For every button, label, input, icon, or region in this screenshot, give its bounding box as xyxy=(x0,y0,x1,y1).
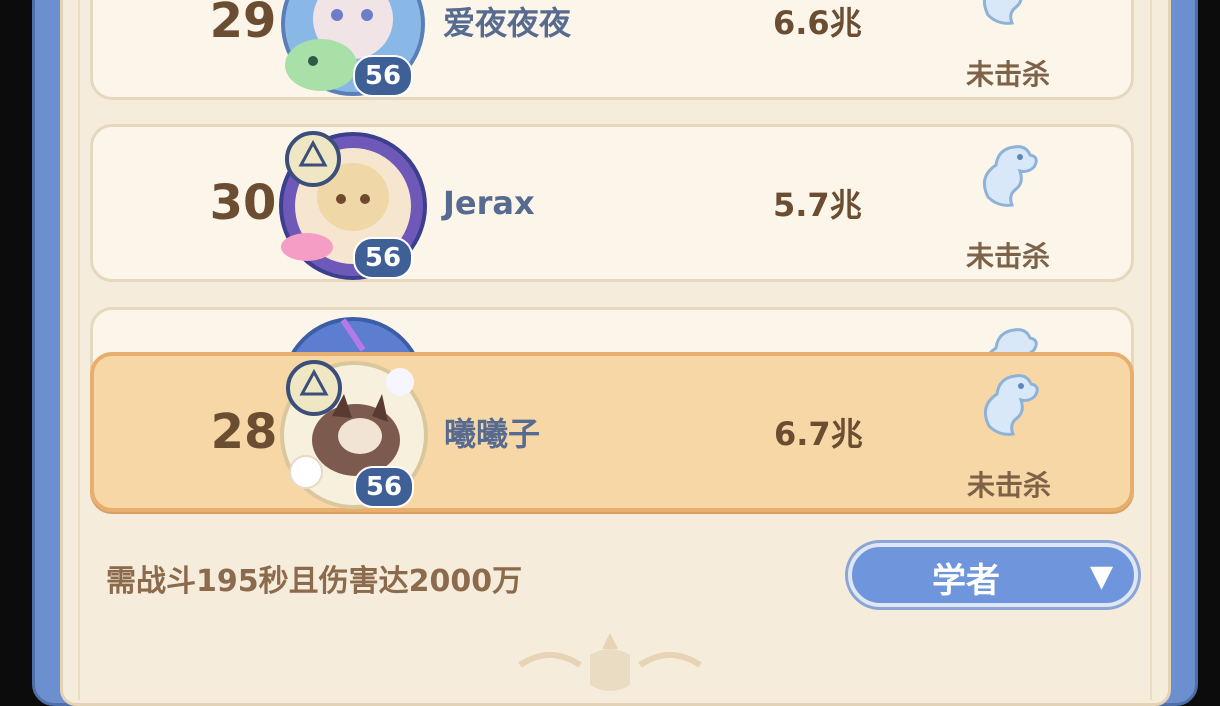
class-select-label: 学者 xyxy=(932,561,1000,601)
player-avatar[interactable]: 56 xyxy=(273,127,433,285)
dragon-icon xyxy=(982,145,1038,207)
player-name: Jerax xyxy=(443,184,535,222)
level-badge: 56 xyxy=(353,237,413,279)
kill-status: 未击杀 xyxy=(953,145,1063,277)
player-name: 爱夜夜夜 xyxy=(443,4,572,42)
leaderboard-row[interactable]: 29 56 爱夜夜夜 6.6兆 未击杀 xyxy=(90,0,1134,100)
kill-status-label: 未击杀 xyxy=(965,58,1050,91)
damage-value: 6.6兆 xyxy=(773,4,862,42)
damage-value: 5.7兆 xyxy=(773,186,862,224)
player-name: 曦曦子 xyxy=(444,415,541,453)
dragon-icon xyxy=(983,374,1039,436)
leaderboard-row[interactable]: 30 56 Jerax 5.7兆 未击杀 xyxy=(90,124,1134,282)
damage-value: 6.7兆 xyxy=(774,415,863,453)
class-select-button[interactable]: 学者 ▼ xyxy=(848,543,1138,607)
kill-status: 未击杀 xyxy=(953,0,1063,95)
dragon-icon xyxy=(982,0,1023,25)
kill-status-label: 未击杀 xyxy=(965,240,1050,273)
level-badge: 56 xyxy=(354,466,414,508)
dropdown-arrow-icon: ▼ xyxy=(1090,559,1114,594)
requirement-text: 需战斗195秒且伤害达2000万 xyxy=(106,564,523,599)
level-badge: 56 xyxy=(353,55,413,97)
kill-status: 未击杀 xyxy=(954,374,1064,506)
player-avatar[interactable]: 56 xyxy=(274,356,434,514)
self-rank-row[interactable]: 28 56 曦曦子 6.7兆 未击杀 xyxy=(90,352,1134,512)
player-avatar[interactable]: 56 xyxy=(273,0,433,103)
kill-status-label: 未击杀 xyxy=(966,469,1051,502)
